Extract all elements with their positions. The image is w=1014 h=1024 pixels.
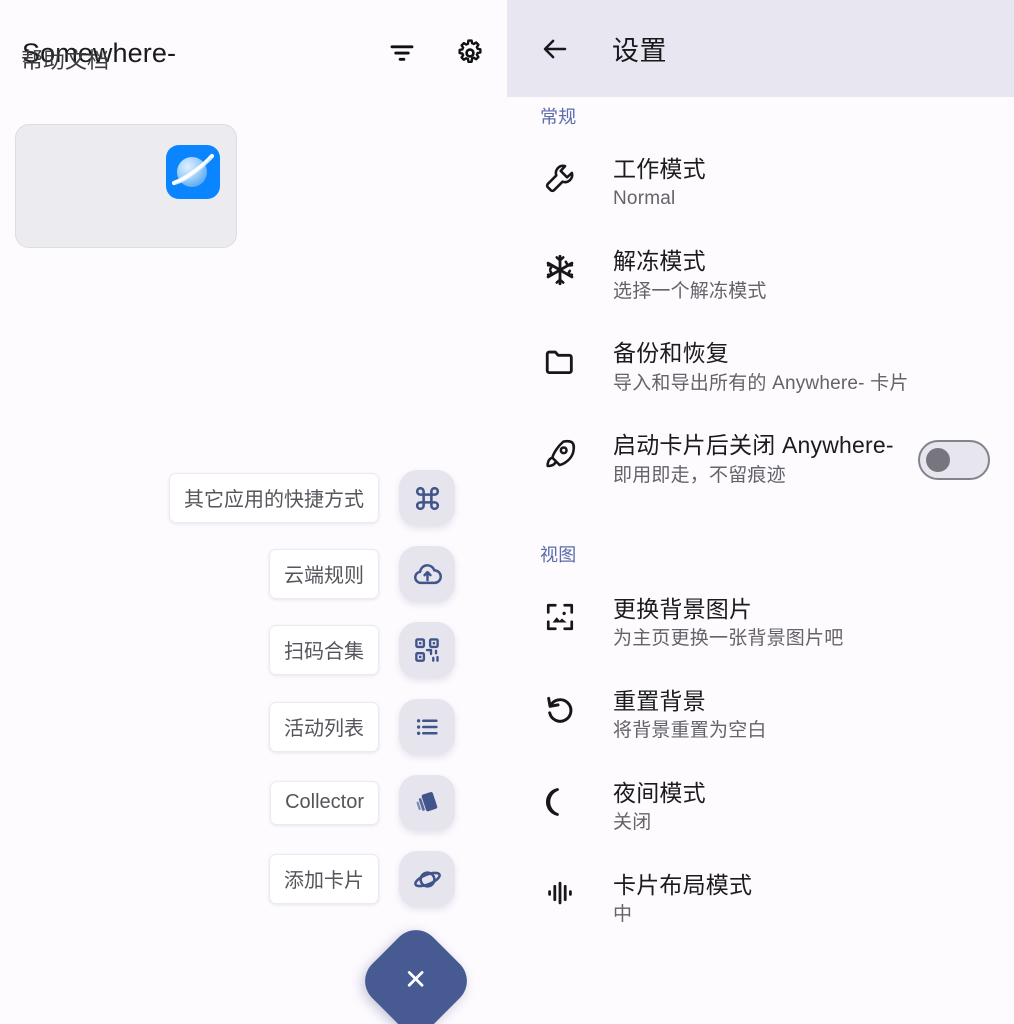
setting-title: 更换背景图片 <box>613 595 753 622</box>
close-after-launch-toggle[interactable] <box>918 440 990 481</box>
fab-row-collector: Collector <box>270 775 455 831</box>
setting-text-change-wallpaper: 更换背景图片 为主页更换一张背景图片吧 <box>613 595 990 652</box>
moon-icon <box>507 779 613 819</box>
setting-subtitle: 导入和导出所有的 Anywhere- 卡片 <box>613 372 909 394</box>
setting-text-work-mode: 工作模式 Normal <box>613 155 990 212</box>
setting-row-change-wallpaper[interactable]: 更换背景图片 为主页更换一张背景图片吧 <box>507 595 1014 652</box>
fab-label-shortcuts[interactable]: 其它应用的快捷方式 <box>169 473 379 523</box>
wrench-icon <box>507 155 613 195</box>
setting-row-reset-wallpaper[interactable]: 重置背景 将背景重置为空白 <box>507 687 1014 744</box>
rocket-icon <box>507 431 613 471</box>
home-panel: Somewhere- 帮助文档 其它应用的快捷方式 云端规则 扫码合集 活动列表… <box>0 0 507 1024</box>
setting-subtitle: 关闭 <box>613 812 652 834</box>
fab-row-add-card: 添加卡片 <box>269 851 455 907</box>
setting-title: 启动卡片后关闭 Anywhere- <box>613 432 894 459</box>
setting-subtitle: Normal <box>613 188 676 210</box>
setting-title: 重置背景 <box>613 687 706 714</box>
setting-row-work-mode[interactable]: 工作模式 Normal <box>507 155 1014 212</box>
list-icon[interactable] <box>399 699 455 755</box>
snowflake-icon <box>507 247 613 287</box>
setting-row-night-mode[interactable]: 夜间模式 关闭 <box>507 779 1014 836</box>
settings-title: 设置 <box>612 36 667 66</box>
setting-subtitle: 即用即走，不留痕迹 <box>613 464 786 486</box>
fab-label-collector[interactable]: Collector <box>270 781 379 825</box>
saturn-icon[interactable] <box>399 851 455 907</box>
cards-icon[interactable] <box>399 775 455 831</box>
setting-text-close-after-launch: 启动卡片后关闭 Anywhere- 即用即走，不留痕迹 <box>613 431 908 488</box>
fab-label-activity-list[interactable]: 活动列表 <box>269 702 379 752</box>
setting-title: 备份和恢复 <box>613 340 729 367</box>
equalizer-icon <box>507 871 613 909</box>
setting-row-backup-restore[interactable]: 备份和恢复 导入和导出所有的 Anywhere- 卡片 <box>507 339 1014 396</box>
fab-row-shortcuts: 其它应用的快捷方式 <box>169 470 455 526</box>
setting-subtitle: 将背景重置为空白 <box>613 720 767 742</box>
setting-text-unfreeze-mode: 解冻模式 选择一个解冻模式 <box>613 247 990 304</box>
toggle-knob <box>926 448 950 473</box>
setting-row-close-after-launch[interactable]: 启动卡片后关闭 Anywhere- 即用即走，不留痕迹 <box>507 431 1014 488</box>
fab-row-cloud-rules: 云端规则 <box>269 546 455 602</box>
back-arrow-icon[interactable] <box>540 34 570 64</box>
cloud-upload-icon[interactable] <box>399 546 455 602</box>
qr-code-icon[interactable] <box>399 622 455 678</box>
command-icon[interactable] <box>399 470 455 526</box>
app-root: Somewhere- 帮助文档 其它应用的快捷方式 云端规则 扫码合集 活动列表… <box>0 0 1014 1024</box>
settings-list[interactable]: 常规 工作模式 Normal 解冻模式 选择一个解冻模式 备份和恢复 导入和导出… <box>507 97 1014 1024</box>
setting-title: 卡片布局模式 <box>613 871 753 898</box>
setting-text-night-mode: 夜间模式 关闭 <box>613 779 990 836</box>
setting-row-unfreeze-mode[interactable]: 解冻模式 选择一个解冻模式 <box>507 247 1014 304</box>
fab-row-qr: 扫码合集 <box>269 622 455 678</box>
close-fab-button[interactable] <box>355 920 477 1024</box>
section-label-general: 常规 <box>540 107 577 127</box>
fab-label-qr[interactable]: 扫码合集 <box>269 625 379 675</box>
fab-row-activity-list: 活动列表 <box>269 699 455 755</box>
fab-label-add-card[interactable]: 添加卡片 <box>269 854 379 904</box>
setting-text-card-layout-mode: 卡片布局模式 中 <box>613 871 990 928</box>
setting-subtitle: 中 <box>613 904 633 926</box>
close-icon <box>402 965 430 998</box>
setting-row-card-layout-mode[interactable]: 卡片布局模式 中 <box>507 871 1014 928</box>
setting-title: 工作模式 <box>613 156 706 182</box>
settings-panel: 设置 常规 工作模式 Normal 解冻模式 选择一个解冻模式 备份和恢复 导入… <box>507 0 1014 1024</box>
fab-label-cloud-rules[interactable]: 云端规则 <box>269 549 379 599</box>
reset-icon <box>507 687 613 727</box>
setting-subtitle: 选择一个解冻模式 <box>613 280 767 302</box>
setting-title: 解冻模式 <box>613 248 706 275</box>
section-label-view: 视图 <box>540 544 577 565</box>
settings-header: 设置 <box>507 0 1014 97</box>
setting-text-backup-restore: 备份和恢复 导入和导出所有的 Anywhere- 卡片 <box>613 339 990 396</box>
fab-speed-dial: 其它应用的快捷方式 云端规则 扫码合集 活动列表 Collector 添加卡片 <box>0 0 507 1024</box>
setting-subtitle: 为主页更换一张背景图片吧 <box>613 627 844 649</box>
setting-title: 夜间模式 <box>613 779 706 806</box>
setting-text-reset-wallpaper: 重置背景 将背景重置为空白 <box>613 687 990 744</box>
folder-icon <box>507 339 613 379</box>
image-icon <box>507 595 613 633</box>
